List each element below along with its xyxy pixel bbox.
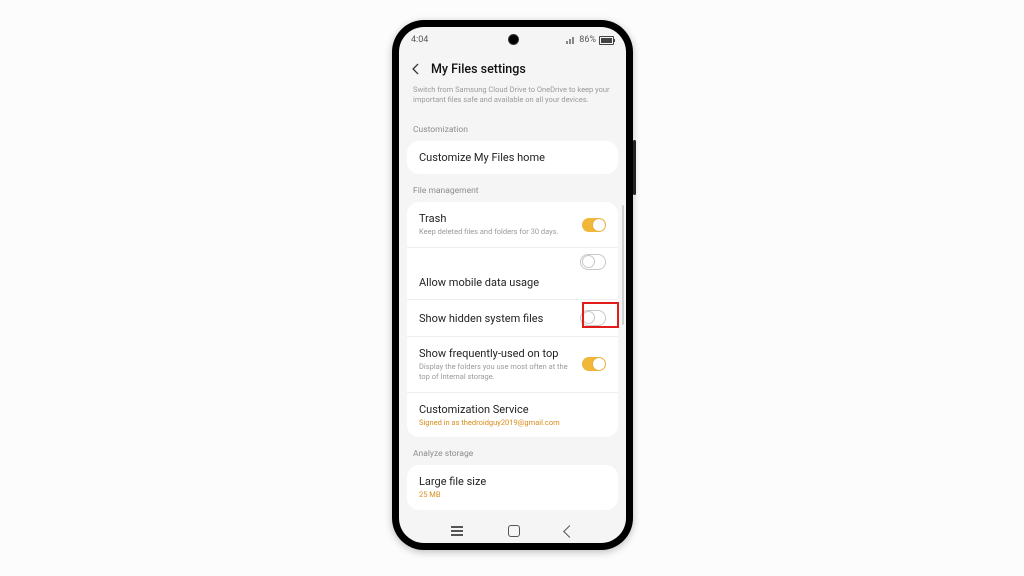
show-hidden-row[interactable]: Show hidden system files xyxy=(407,299,618,336)
spacer xyxy=(399,510,626,519)
customize-home-row[interactable]: Customize My Files home xyxy=(407,141,618,174)
page-title: My Files settings xyxy=(431,62,526,77)
status-time: 4:04 xyxy=(411,35,428,45)
large-file-label: Large file size xyxy=(419,475,606,488)
side-button xyxy=(633,140,636,195)
large-file-sub: 25 MB xyxy=(419,490,606,500)
nav-recents-icon[interactable] xyxy=(451,530,463,532)
status-right: 86% xyxy=(566,35,614,45)
content-scroll[interactable]: Switch from Samsung Cloud Drive to OneDr… xyxy=(399,85,626,519)
allow-data-label: Allow mobile data usage xyxy=(419,276,606,289)
battery-icon xyxy=(599,36,614,45)
trash-row[interactable]: Trash Keep deleted files and folders for… xyxy=(407,202,618,247)
stage: 4:04 86% My Files settings Switch from S… xyxy=(0,0,1024,576)
show-hidden-toggle[interactable] xyxy=(580,310,606,326)
allow-data-toggle-row xyxy=(407,247,618,276)
cust-svc-label: Customization Service xyxy=(419,403,606,416)
file-management-card: Trash Keep deleted files and folders for… xyxy=(407,202,618,437)
screen: 4:04 86% My Files settings Switch from S… xyxy=(399,27,626,543)
freq-sub: Display the folders you use most often a… xyxy=(419,362,574,382)
back-icon[interactable] xyxy=(409,62,423,76)
customize-home-label: Customize My Files home xyxy=(419,151,606,164)
nav-home-icon[interactable] xyxy=(508,525,520,537)
freq-toggle[interactable] xyxy=(582,357,606,371)
trash-sub: Keep deleted files and folders for 30 da… xyxy=(419,227,574,237)
scrollbar[interactable] xyxy=(622,205,624,325)
freq-row[interactable]: Show frequently-used on top Display the … xyxy=(407,336,618,392)
trash-label: Trash xyxy=(419,212,574,225)
nav-bar xyxy=(399,519,626,543)
allow-data-toggle[interactable] xyxy=(580,254,606,270)
signal-icon xyxy=(566,36,576,44)
customization-card: Customize My Files home xyxy=(407,141,618,174)
header: My Files settings xyxy=(399,53,626,85)
trash-toggle[interactable] xyxy=(582,218,606,232)
allow-data-row[interactable]: Allow mobile data usage xyxy=(407,276,618,299)
cust-svc-sub: Signed in as thedroidguy2019@gmail.com xyxy=(419,418,606,428)
section-analyze: Analyze storage xyxy=(399,437,626,465)
section-customization: Customization xyxy=(399,113,626,141)
nav-back-icon[interactable] xyxy=(563,525,576,538)
phone-frame: 4:04 86% My Files settings Switch from S… xyxy=(392,20,633,550)
battery-percent: 86% xyxy=(579,35,596,45)
front-camera xyxy=(508,34,519,45)
large-file-row[interactable]: Large file size 25 MB xyxy=(407,465,618,510)
customization-service-row[interactable]: Customization Service Signed in as thedr… xyxy=(407,392,618,438)
section-file-management: File management xyxy=(399,174,626,202)
freq-label: Show frequently-used on top xyxy=(419,347,574,360)
show-hidden-label: Show hidden system files xyxy=(419,312,572,325)
intro-description: Switch from Samsung Cloud Drive to OneDr… xyxy=(399,85,626,113)
analyze-card: Large file size 25 MB xyxy=(407,465,618,510)
